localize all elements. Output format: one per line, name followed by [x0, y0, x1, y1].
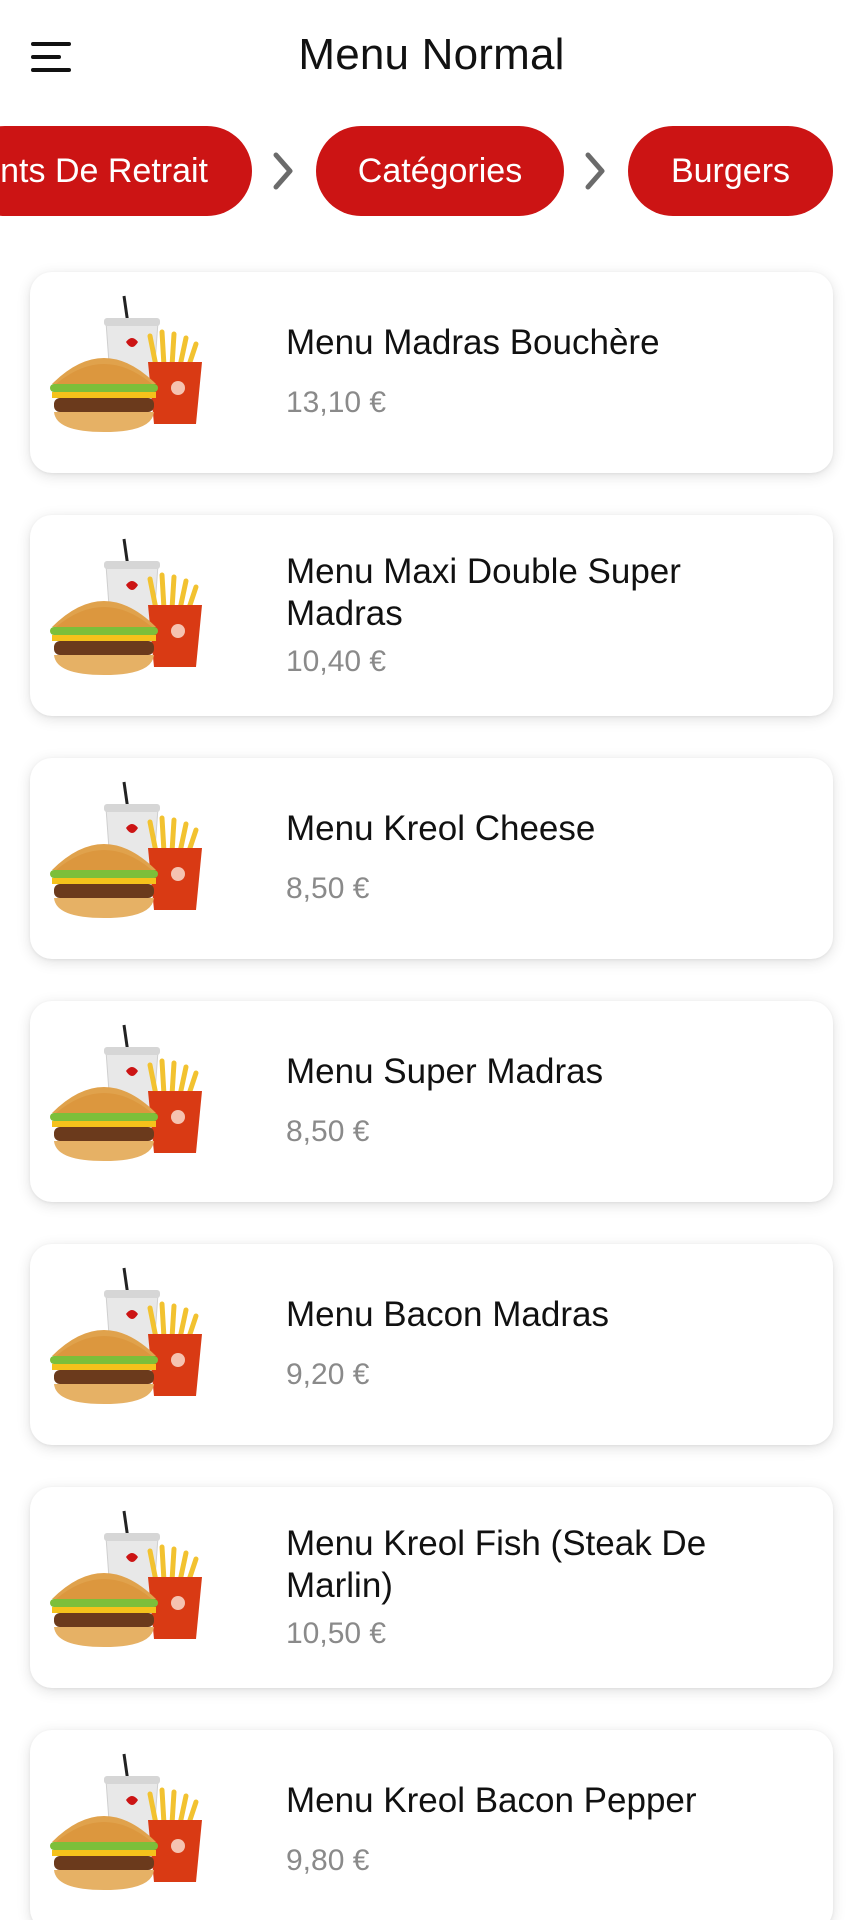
breadcrumb: Points De Retrait Catégories Burgers — [0, 126, 863, 216]
breadcrumb-label: Burgers — [670, 151, 791, 190]
product-name: Menu Bacon Madras — [286, 1295, 609, 1334]
product-card[interactable]: Menu Madras Bouchère 13,10 € — [30, 272, 833, 473]
burger-menu-image — [44, 778, 224, 938]
product-card[interactable]: Menu Super Madras 8,50 € — [30, 1001, 833, 1202]
burger-menu-image — [44, 292, 224, 452]
app-header: Menu Normal — [0, 0, 863, 116]
burger-menu-image — [44, 1750, 224, 1910]
product-card[interactable]: Menu Kreol Cheese 8,50 € — [30, 758, 833, 959]
breadcrumb-label: Points De Retrait — [0, 151, 208, 190]
product-price: 10,50 € — [286, 1617, 387, 1650]
product-price: 8,50 € — [286, 1115, 370, 1148]
product-price: 13,10 € — [286, 386, 387, 419]
product-name: Menu Kreol Cheese — [286, 809, 596, 848]
breadcrumb-item-points-de-retrait[interactable]: Points De Retrait — [0, 126, 252, 216]
product-name: Menu Madras Bouchère — [286, 323, 660, 362]
breadcrumb-item-burgers[interactable]: Burgers — [628, 126, 833, 216]
burger-menu-image — [44, 1264, 224, 1424]
product-card[interactable]: Menu Kreol Bacon Pepper 9,80 € — [30, 1730, 833, 1920]
chevron-right-icon — [580, 146, 610, 196]
burger-menu-image — [44, 1507, 224, 1667]
chevron-right-icon — [268, 146, 298, 196]
product-name: Menu Maxi Double Super Madras — [286, 552, 681, 633]
product-name: Menu Kreol Fish (Steak De Marlin) — [286, 1524, 707, 1605]
product-card[interactable]: Menu Kreol Fish (Steak De Marlin) 10,50 … — [30, 1487, 833, 1688]
page-title: Menu Normal — [298, 30, 565, 79]
product-price: 9,20 € — [286, 1358, 370, 1391]
product-price: 9,80 € — [286, 1844, 370, 1877]
product-price: 10,40 € — [286, 645, 387, 678]
product-price: 8,50 € — [286, 872, 370, 905]
product-list: Menu Madras Bouchère 13,10 € Menu Maxi D… — [30, 272, 833, 1920]
product-name: Menu Super Madras — [286, 1052, 604, 1091]
breadcrumb-label: Catégories — [357, 151, 523, 190]
product-name: Menu Kreol Bacon Pepper — [286, 1781, 697, 1820]
product-card[interactable]: Menu Maxi Double Super Madras 10,40 € — [30, 515, 833, 716]
app-screen: Menu Normal Points De Retrait Catégories… — [0, 0, 863, 1920]
burger-menu-image — [44, 535, 224, 695]
product-card[interactable]: Menu Bacon Madras 9,20 € — [30, 1244, 833, 1445]
burger-menu-image — [44, 1021, 224, 1181]
breadcrumb-item-categories[interactable]: Catégories — [316, 126, 564, 216]
